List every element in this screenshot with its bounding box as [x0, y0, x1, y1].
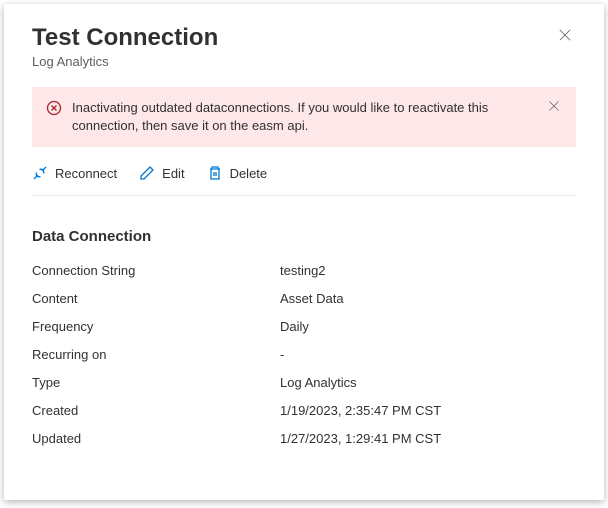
toolbar: Reconnect Edit Delete [32, 165, 576, 196]
reconnect-icon [32, 165, 48, 181]
field-value: Asset Data [280, 291, 344, 306]
field-value: testing2 [280, 263, 326, 278]
error-icon [46, 100, 62, 116]
field-value: 1/19/2023, 2:35:47 PM CST [280, 403, 441, 418]
field-row: ContentAsset Data [32, 291, 576, 306]
field-label: Connection String [32, 263, 280, 278]
field-value: Log Analytics [280, 375, 357, 390]
field-value: - [280, 347, 284, 362]
field-row: TypeLog Analytics [32, 375, 576, 390]
delete-label: Delete [230, 166, 268, 181]
field-row: Recurring on- [32, 347, 576, 362]
delete-icon [207, 165, 223, 181]
edit-button[interactable]: Edit [139, 165, 184, 181]
close-icon [548, 99, 560, 116]
error-alert: Inactivating outdated dataconnections. I… [32, 87, 576, 147]
panel-title: Test Connection [32, 24, 554, 52]
delete-button[interactable]: Delete [207, 165, 268, 181]
field-row: Updated1/27/2023, 1:29:41 PM CST [32, 431, 576, 446]
field-label: Recurring on [32, 347, 280, 362]
reconnect-label: Reconnect [55, 166, 117, 181]
field-row: Created1/19/2023, 2:35:47 PM CST [32, 403, 576, 418]
field-label: Frequency [32, 319, 280, 334]
panel-subtitle: Log Analytics [32, 54, 554, 69]
close-icon [558, 28, 572, 47]
reconnect-button[interactable]: Reconnect [32, 165, 117, 181]
close-button[interactable] [554, 24, 576, 51]
section-title: Data Connection [32, 228, 576, 245]
field-label: Created [32, 403, 280, 418]
connection-panel: Test Connection Log Analytics Inactivati… [4, 4, 604, 500]
field-row: FrequencyDaily [32, 319, 576, 334]
header-text: Test Connection Log Analytics [32, 24, 554, 69]
field-label: Updated [32, 431, 280, 446]
field-value: Daily [280, 319, 309, 334]
field-label: Type [32, 375, 280, 390]
field-row: Connection Stringtesting2 [32, 263, 576, 278]
panel-header: Test Connection Log Analytics [32, 24, 576, 69]
edit-icon [139, 165, 155, 181]
edit-label: Edit [162, 166, 184, 181]
field-label: Content [32, 291, 280, 306]
fields-container: Connection Stringtesting2ContentAsset Da… [32, 263, 576, 446]
alert-message: Inactivating outdated dataconnections. I… [72, 99, 536, 135]
alert-dismiss-button[interactable] [546, 99, 562, 117]
field-value: 1/27/2023, 1:29:41 PM CST [280, 431, 441, 446]
